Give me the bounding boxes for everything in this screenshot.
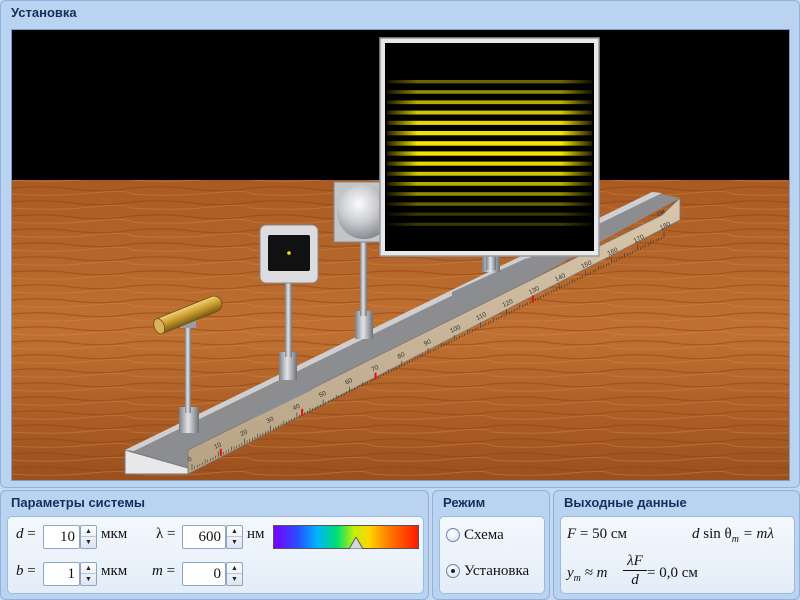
lambda-increment-icon[interactable]: ▲	[227, 526, 242, 537]
position-marker	[301, 408, 304, 416]
fringe-band	[387, 120, 592, 125]
setup-view: 0 10 20 30 40 50 60 70 80 90 100 110 120 130 140 150 160…	[11, 29, 790, 481]
position-marker	[374, 372, 377, 380]
setup-scene: 0102030405060708090100110120130140150160…	[12, 30, 789, 480]
fringe-band	[387, 171, 592, 176]
screen	[379, 37, 600, 270]
setup-panel-title: Установка	[11, 5, 77, 20]
fringe-band	[387, 222, 592, 226]
fringe-band	[387, 110, 592, 115]
grating-equation: d sin θm = mλ	[692, 526, 774, 545]
mode-option-scheme[interactable]: Схема	[446, 525, 540, 547]
setup-panel: Установка 0 10 20 30 40 50 60 70 80 90 1…	[0, 0, 800, 488]
m-spinner[interactable]: ▲ ▼	[226, 562, 243, 586]
lambda-input[interactable]: 600	[182, 525, 226, 549]
lambda-unit: нм	[247, 526, 265, 542]
fringe-band	[387, 161, 592, 166]
params-panel: Параметры системы d = 10 ▲ ▼ мкм λ = 600…	[0, 490, 429, 600]
lambda-decrement-icon[interactable]: ▼	[227, 537, 242, 548]
d-input[interactable]: 10	[43, 525, 80, 549]
params-panel-title: Параметры системы	[11, 495, 146, 510]
fringe-band	[387, 151, 592, 156]
position-marker	[531, 295, 534, 303]
output-panel-title: Выходные данные	[564, 495, 687, 510]
slider-thumb-icon[interactable]	[348, 537, 363, 549]
d-unit: мкм	[101, 526, 128, 542]
fringe-band	[387, 202, 592, 206]
m-decrement-icon[interactable]: ▼	[227, 574, 242, 585]
mode-panel: Режим Схема Установка	[432, 490, 550, 600]
setup-radio[interactable]	[446, 564, 460, 578]
m-input[interactable]: 0	[182, 562, 226, 586]
output-body: F = 50 см d sin θm = mλ ym ≈ m λF d = 0,…	[560, 516, 795, 594]
mode-body: Схема Установка	[439, 516, 545, 594]
m-label: m =	[152, 563, 176, 579]
d-label: d =	[16, 526, 36, 542]
b-input[interactable]: 1	[43, 562, 80, 586]
fringe-band	[387, 90, 592, 94]
scheme-radio[interactable]	[446, 528, 460, 542]
mode-panel-title: Режим	[443, 495, 486, 510]
fringe-band	[387, 212, 592, 216]
output-panel: Выходные данные F = 50 см d sin θm = mλ …	[553, 490, 800, 600]
mode-option-setup[interactable]: Установка	[446, 561, 542, 583]
setup-label[interactable]: Установка	[464, 563, 529, 580]
fringe-band	[387, 192, 592, 196]
fringe-band	[387, 80, 592, 84]
fringe-band	[387, 141, 592, 146]
params-body: d = 10 ▲ ▼ мкм λ = 600 ▲ ▼ нм b = 1 ▲ ▼ …	[7, 516, 424, 594]
b-unit: мкм	[101, 563, 128, 579]
ym-numerator: λF	[623, 553, 647, 571]
fringe-band	[387, 131, 592, 136]
lambda-spinner[interactable]: ▲ ▼	[226, 525, 243, 549]
wavelength-slider[interactable]	[273, 525, 419, 549]
b-increment-icon[interactable]: ▲	[81, 563, 96, 574]
fringe-band	[387, 182, 592, 186]
lambda-label: λ =	[156, 526, 176, 542]
d-decrement-icon[interactable]: ▼	[81, 537, 96, 548]
position-marker	[219, 448, 222, 456]
m-increment-icon[interactable]: ▲	[227, 563, 242, 574]
scheme-label[interactable]: Схема	[464, 527, 504, 544]
ym-formula: ym ≈ m λF d = 0,0 см	[567, 553, 698, 588]
d-spinner[interactable]: ▲ ▼	[80, 525, 97, 549]
focal-length-readout: F = 50 см	[567, 526, 628, 542]
b-decrement-icon[interactable]: ▼	[81, 574, 96, 585]
ym-result: = 0,0 см	[647, 565, 698, 581]
ym-denominator: d	[631, 572, 639, 588]
interference-pattern	[387, 80, 592, 226]
fringe-band	[387, 100, 592, 105]
d-increment-icon[interactable]: ▲	[81, 526, 96, 537]
b-label: b =	[16, 563, 36, 579]
b-spinner[interactable]: ▲ ▼	[80, 562, 97, 586]
